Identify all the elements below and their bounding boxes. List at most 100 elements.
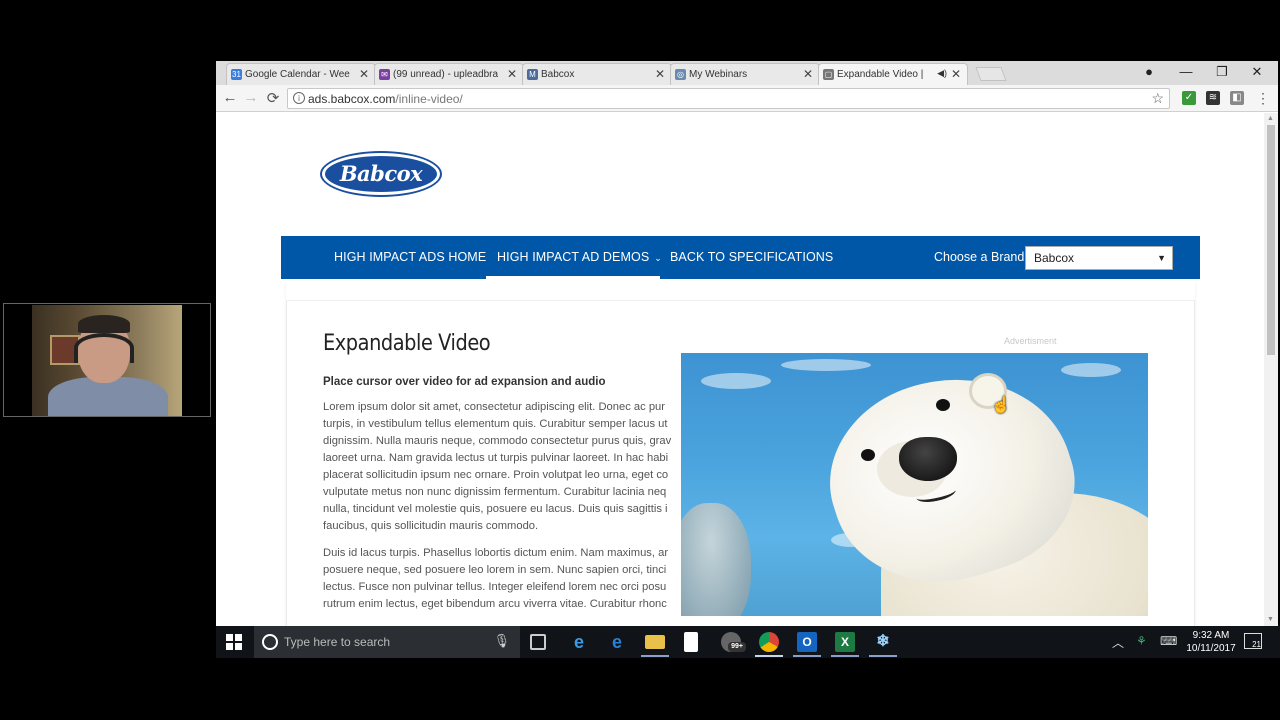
- expandable-video-ad[interactable]: ☝: [681, 353, 1148, 616]
- tab-label: (99 unread) - upleadbrand: [393, 69, 498, 80]
- extension-check-icon[interactable]: ✓: [1182, 91, 1196, 105]
- running-indicator: [793, 655, 821, 657]
- page-title: Expandable Video: [323, 331, 491, 356]
- close-icon[interactable]: ✕: [803, 67, 813, 81]
- close-icon[interactable]: ✕: [359, 67, 369, 81]
- info-icon[interactable]: i: [293, 92, 305, 104]
- cloud: [781, 359, 871, 371]
- nav-demos-label: HIGH IMPACT AD DEMOS: [497, 250, 650, 264]
- cortana-icon: [262, 634, 278, 650]
- excel-icon[interactable]: X: [835, 632, 855, 652]
- webcam-video: [32, 305, 182, 416]
- polar-bear-eye: [936, 399, 950, 411]
- extension-puzzle-icon[interactable]: ◧: [1230, 91, 1244, 105]
- file-explorer-icon[interactable]: [645, 635, 665, 649]
- system-clock[interactable]: 9:32 AM 10/11/2017: [1183, 629, 1239, 655]
- brand-label: Choose a Brand:: [934, 250, 1028, 264]
- outlook-icon[interactable]: O: [797, 632, 817, 652]
- running-indicator: [831, 655, 859, 657]
- cloud: [1061, 363, 1121, 377]
- lorem-paragraph-2: Duis id lacus turpis. Phasellus lobortis…: [323, 545, 693, 613]
- document-icon[interactable]: [684, 632, 698, 652]
- restore-button[interactable]: ❐: [1212, 64, 1232, 80]
- paragraph-line: laoreet urna. Nam gravida lectus ut turp…: [323, 452, 669, 464]
- scroll-up-icon[interactable]: ▲: [1267, 115, 1274, 122]
- mail-badge: 99+: [728, 642, 746, 652]
- internet-explorer-icon[interactable]: e: [569, 632, 589, 652]
- reload-button[interactable]: ⟳: [264, 89, 282, 107]
- tab-expandable-video[interactable]: ▢ Expandable Video | Babcox ◀) ✕: [818, 63, 968, 85]
- show-hidden-icons-chevron-icon[interactable]: ︿: [1112, 634, 1124, 651]
- polar-bear-nose: [899, 437, 957, 481]
- hand-cursor-icon: ☝: [991, 397, 1011, 414]
- paragraph-line: vulputate metus non nunc dignissim ferme…: [323, 486, 667, 498]
- address-bar[interactable]: i ads.babcox.com/inline-video/ ☆: [287, 88, 1170, 109]
- site-navbar: HIGH IMPACT ADS HOME HIGH IMPACT AD DEMO…: [281, 236, 1200, 279]
- paragraph-line: lectus. Fusce non pulvinar tellus. Integ…: [323, 581, 667, 593]
- card-top-band: [286, 279, 1195, 301]
- paragraph-line: dignissim. Nulla mauris neque, commodo c…: [323, 435, 672, 447]
- tab-mail[interactable]: ✉ (99 unread) - upleadbrand ✕: [374, 63, 524, 85]
- instruction-subhead: Place cursor over video for ad expansion…: [323, 376, 606, 388]
- tab-label: Babcox: [541, 69, 575, 80]
- cloud: [701, 373, 771, 389]
- babcox-logo[interactable]: Babcox: [322, 153, 440, 195]
- search-placeholder: Type here to search: [284, 635, 391, 649]
- close-icon[interactable]: ✕: [655, 67, 665, 81]
- back-button[interactable]: ←: [221, 89, 239, 106]
- task-view-icon[interactable]: [530, 634, 546, 650]
- action-center-icon[interactable]: 21: [1244, 633, 1262, 649]
- snowflake-app-icon[interactable]: ❄: [873, 632, 893, 652]
- paragraph-line: nulla, tincidunt vel molestie quis, posu…: [323, 503, 668, 515]
- window-close-button[interactable]: ✕: [1247, 64, 1267, 80]
- page-icon: ▢: [823, 69, 834, 80]
- dropdown-arrow-icon: ▼: [1157, 253, 1166, 263]
- tab-google-calendar[interactable]: 31 Google Calendar - Week ✕: [226, 63, 376, 85]
- paragraph-line: Duis id lacus turpis. Phasellus lobortis…: [323, 547, 669, 559]
- scroll-down-icon[interactable]: ▼: [1267, 616, 1274, 623]
- paragraph-line: rutrum enim lectus, eget bibendum arcu v…: [323, 598, 667, 610]
- page-scrollbar[interactable]: ▲ ▼: [1264, 113, 1278, 626]
- nav-high-impact-ads-home[interactable]: HIGH IMPACT ADS HOME: [334, 236, 486, 279]
- tab-strip: 31 Google Calendar - Week ✕ ✉ (99 unread…: [216, 61, 1278, 85]
- taskbar-search-box[interactable]: Type here to search 🎙: [254, 626, 520, 658]
- browser-window: 31 Google Calendar - Week ✕ ✉ (99 unread…: [216, 61, 1278, 626]
- advertisement-label: Advertisment: [1004, 336, 1057, 346]
- keyboard-icon[interactable]: ⌨: [1160, 634, 1177, 648]
- headset-icon: [74, 333, 134, 363]
- bookmark-star-icon[interactable]: ☆: [1151, 90, 1164, 107]
- forward-button[interactable]: →: [242, 89, 260, 106]
- profile-icon[interactable]: ●: [1139, 64, 1159, 79]
- speaker-icon[interactable]: ◀): [937, 68, 947, 79]
- page-viewport: Babcox HIGH IMPACT ADS HOME HIGH IMPACT …: [216, 113, 1264, 626]
- paragraph-line: Lorem ipsum dolor sit amet, consectetur …: [323, 401, 665, 413]
- edge-icon[interactable]: e: [607, 632, 627, 652]
- extension-layers-icon[interactable]: ≋: [1206, 91, 1220, 105]
- polar-bear-eye: [861, 449, 875, 461]
- network-icon[interactable]: ⚘: [1136, 634, 1147, 648]
- new-tab-button[interactable]: [975, 67, 1007, 81]
- babcox-m-icon: M: [527, 69, 538, 80]
- windows-taskbar: Type here to search 🎙 e e 99+ O X ❄ ︿ ⚘ …: [216, 626, 1280, 658]
- chevron-down-icon: ⌄: [654, 253, 662, 263]
- clock-time: 9:32 AM: [1192, 630, 1230, 641]
- nav-back-to-specifications[interactable]: BACK TO SPECIFICATIONS: [670, 236, 833, 279]
- brand-select[interactable]: Babcox ▼: [1025, 246, 1173, 270]
- running-indicator: [869, 655, 897, 657]
- paragraph-line: placerat sollicitudin ipsum nec ornare. …: [323, 469, 669, 481]
- tab-my-webinars[interactable]: ◎ My Webinars ✕: [670, 63, 820, 85]
- microphone-icon[interactable]: 🎙: [493, 633, 510, 649]
- windows-start-icon[interactable]: [226, 634, 242, 650]
- tab-label: Google Calendar - Week: [245, 69, 350, 80]
- tab-babcox[interactable]: M Babcox ✕: [522, 63, 672, 85]
- clock-date: 10/11/2017: [1186, 643, 1236, 654]
- minimize-button[interactable]: —: [1176, 64, 1196, 79]
- menu-kebab-icon[interactable]: ⋮: [1256, 91, 1270, 105]
- close-icon[interactable]: ✕: [951, 67, 961, 81]
- notification-count: 21: [1252, 640, 1261, 649]
- scrollbar-thumb[interactable]: [1267, 125, 1275, 355]
- close-icon[interactable]: ✕: [507, 67, 517, 81]
- nav-high-impact-ad-demos[interactable]: HIGH IMPACT AD DEMOS ⌄: [497, 236, 662, 279]
- chrome-icon[interactable]: [759, 632, 779, 652]
- calendar-icon: 31: [231, 69, 242, 80]
